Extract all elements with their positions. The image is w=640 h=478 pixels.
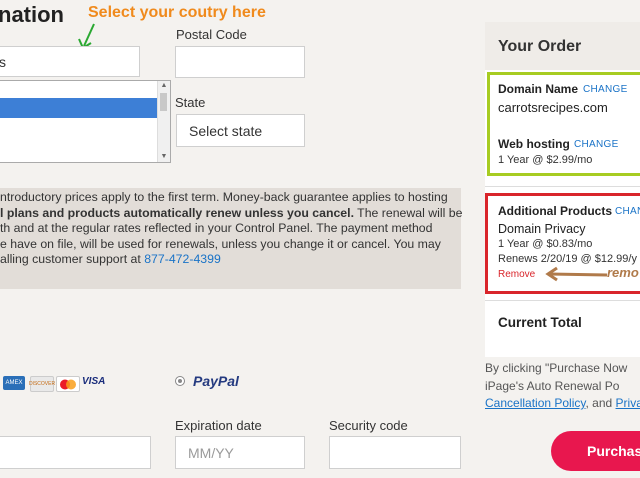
postal-code-label: Postal Code (176, 27, 247, 42)
domain-change-link[interactable]: CHANGE (583, 84, 628, 95)
annotation-select-country: Select your coutry here (88, 4, 266, 21)
paypal-logo: PayPal (193, 373, 239, 389)
privacy-renews: Renews 2/20/19 @ $12.99/y (498, 253, 637, 265)
annotation-left-arrow-icon (545, 266, 608, 282)
notice-line: alling customer support at (0, 252, 145, 266)
expiration-input[interactable]: MM/YY (175, 436, 305, 469)
postal-code-input[interactable] (175, 46, 305, 78)
web-hosting-label: Web hosting (498, 137, 570, 151)
card-number-input[interactable] (0, 436, 151, 469)
notice-line: e have on file, will be used for renewal… (0, 236, 441, 251)
notice-line: ntroductory prices apply to the first te… (0, 190, 448, 204)
state-select-value: Select state (189, 122, 263, 139)
cancellation-policy-link[interactable]: Cancellation Policy (485, 396, 586, 410)
discover-icon: DISCOVER (29, 376, 55, 392)
amex-icon: AMEX (3, 376, 25, 390)
notice-line: th and at the regular rates reflected in… (0, 221, 433, 235)
domain-privacy-label: Domain Privacy (498, 222, 586, 236)
expiration-placeholder: MM/YY (188, 444, 234, 461)
domain-name-label: Domain Name (498, 82, 579, 96)
additional-products-label: Additional Products (498, 204, 612, 218)
mastercard-icon (56, 376, 80, 392)
country-value: s (0, 53, 6, 70)
fine-line: , and (585, 396, 616, 410)
notice-line: The renewal will be (353, 205, 463, 220)
fine-line: By clicking "Purchase Now (485, 361, 628, 375)
security-code-input[interactable] (329, 436, 461, 469)
current-total-label: Current Total (498, 315, 582, 330)
hosting-price: 1 Year @ $2.99/mo (498, 154, 593, 166)
country-option-highlighted[interactable] (0, 98, 158, 118)
scroll-up-icon[interactable]: ▲ (158, 81, 170, 91)
visa-icon: VISA (82, 376, 106, 387)
remove-link[interactable]: Remove (498, 269, 535, 280)
country-dropdown-list[interactable]: ▲ ▼ (0, 80, 171, 163)
scroll-down-icon[interactable]: ▼ (158, 152, 170, 162)
fine-line: iPage's Auto Renewal Po (485, 378, 620, 393)
privacy-price: 1 Year @ $0.83/mo (498, 238, 593, 250)
divider (485, 300, 640, 301)
purchase-button[interactable]: Purchase (551, 431, 640, 471)
paypal-radio[interactable] (175, 376, 185, 386)
expiration-label: Expiration date (175, 418, 262, 433)
privacy-link[interactable]: Priva (616, 396, 640, 410)
country-input[interactable]: s (0, 46, 140, 77)
purchase-button-label: Purchase (587, 443, 640, 459)
notice-bold: l plans and products automatically renew… (0, 205, 354, 220)
hosting-change-link[interactable]: CHANGE (574, 139, 619, 150)
support-phone-link[interactable]: 877-472-4399 (144, 252, 221, 266)
order-summary-title: Your Order (485, 22, 640, 70)
divider (485, 186, 640, 187)
renewal-notice: ntroductory prices apply to the first te… (0, 188, 463, 289)
terms-fine-print: By clicking "Purchase Now iPage's Auto R… (485, 360, 640, 413)
state-label: State (175, 95, 206, 110)
state-select[interactable]: Select state (176, 114, 305, 147)
annotation-remove: remo (607, 265, 639, 280)
additional-change-link[interactable]: CHAN (615, 206, 640, 217)
domain-value: carrotsrecipes.com (498, 100, 608, 115)
section-heading: nation (0, 2, 64, 27)
dropdown-scrollbar[interactable]: ▲ ▼ (157, 81, 170, 162)
security-code-label: Security code (329, 418, 408, 433)
scroll-thumb[interactable] (160, 93, 167, 111)
